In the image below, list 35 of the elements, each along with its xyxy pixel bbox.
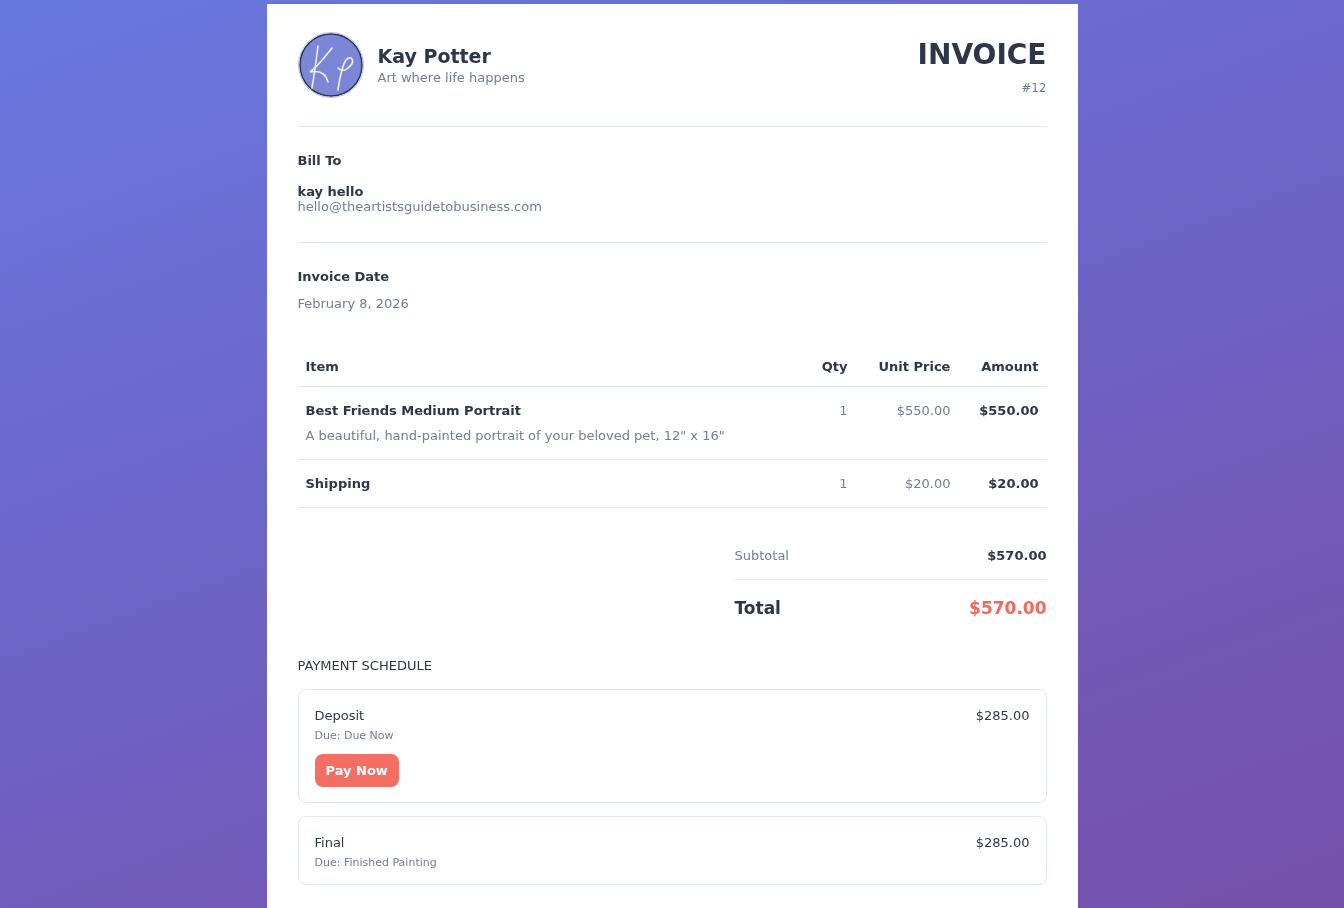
column-header: Item xyxy=(297,347,807,387)
payment-amount: $285.00 xyxy=(975,835,1030,852)
payment-name: Deposit xyxy=(314,708,366,723)
pay-now-button[interactable]: Pay Now xyxy=(314,754,399,787)
item-qty: 1 xyxy=(839,403,848,418)
bill-to-heading: Bill To xyxy=(297,153,343,168)
total-value: $570.00 xyxy=(969,598,1047,618)
item-amount: $20.00 xyxy=(988,476,1039,491)
column-header: Amount xyxy=(958,347,1047,387)
payment-name: Final xyxy=(314,835,346,850)
payment-due: Due: Finished Painting xyxy=(314,856,437,869)
column-header: Qty xyxy=(806,347,856,387)
subtotal-value: $570.00 xyxy=(987,548,1047,563)
payment-schedule-heading: PAYMENT SCHEDULE xyxy=(297,658,433,673)
client-name: kay hello xyxy=(297,184,365,199)
payment-due: Due: Due Now xyxy=(314,729,395,742)
item-description: A beautiful, hand-painted portrait of your beloved pet, 12" x 16" xyxy=(305,428,726,443)
signature-logo-icon xyxy=(297,32,364,98)
item-name: Shipping xyxy=(305,476,372,491)
client-email: hello@theartistsguidetobusiness.com xyxy=(297,199,543,214)
business-name: Kay Potter xyxy=(377,45,492,67)
business-tagline: Art where life happens xyxy=(377,70,525,85)
invoice-number: #12 xyxy=(1020,81,1047,95)
invoice-date-heading: Invoice Date xyxy=(297,269,391,284)
subtotal-label: Subtotal xyxy=(734,548,789,563)
total-label: Total xyxy=(734,598,781,618)
item-unit-price: $550.00 xyxy=(896,403,951,418)
item-name: Best Friends Medium Portrait xyxy=(305,403,523,418)
invoice-date: February 8, 2026 xyxy=(297,296,410,311)
item-unit-price: $20.00 xyxy=(904,476,951,491)
item-amount: $550.00 xyxy=(979,403,1039,418)
column-header: Unit Price xyxy=(855,347,959,387)
payment-amount: $285.00 xyxy=(975,708,1030,725)
item-qty: 1 xyxy=(839,476,848,491)
invoice-title: INVOICE xyxy=(917,38,1047,71)
